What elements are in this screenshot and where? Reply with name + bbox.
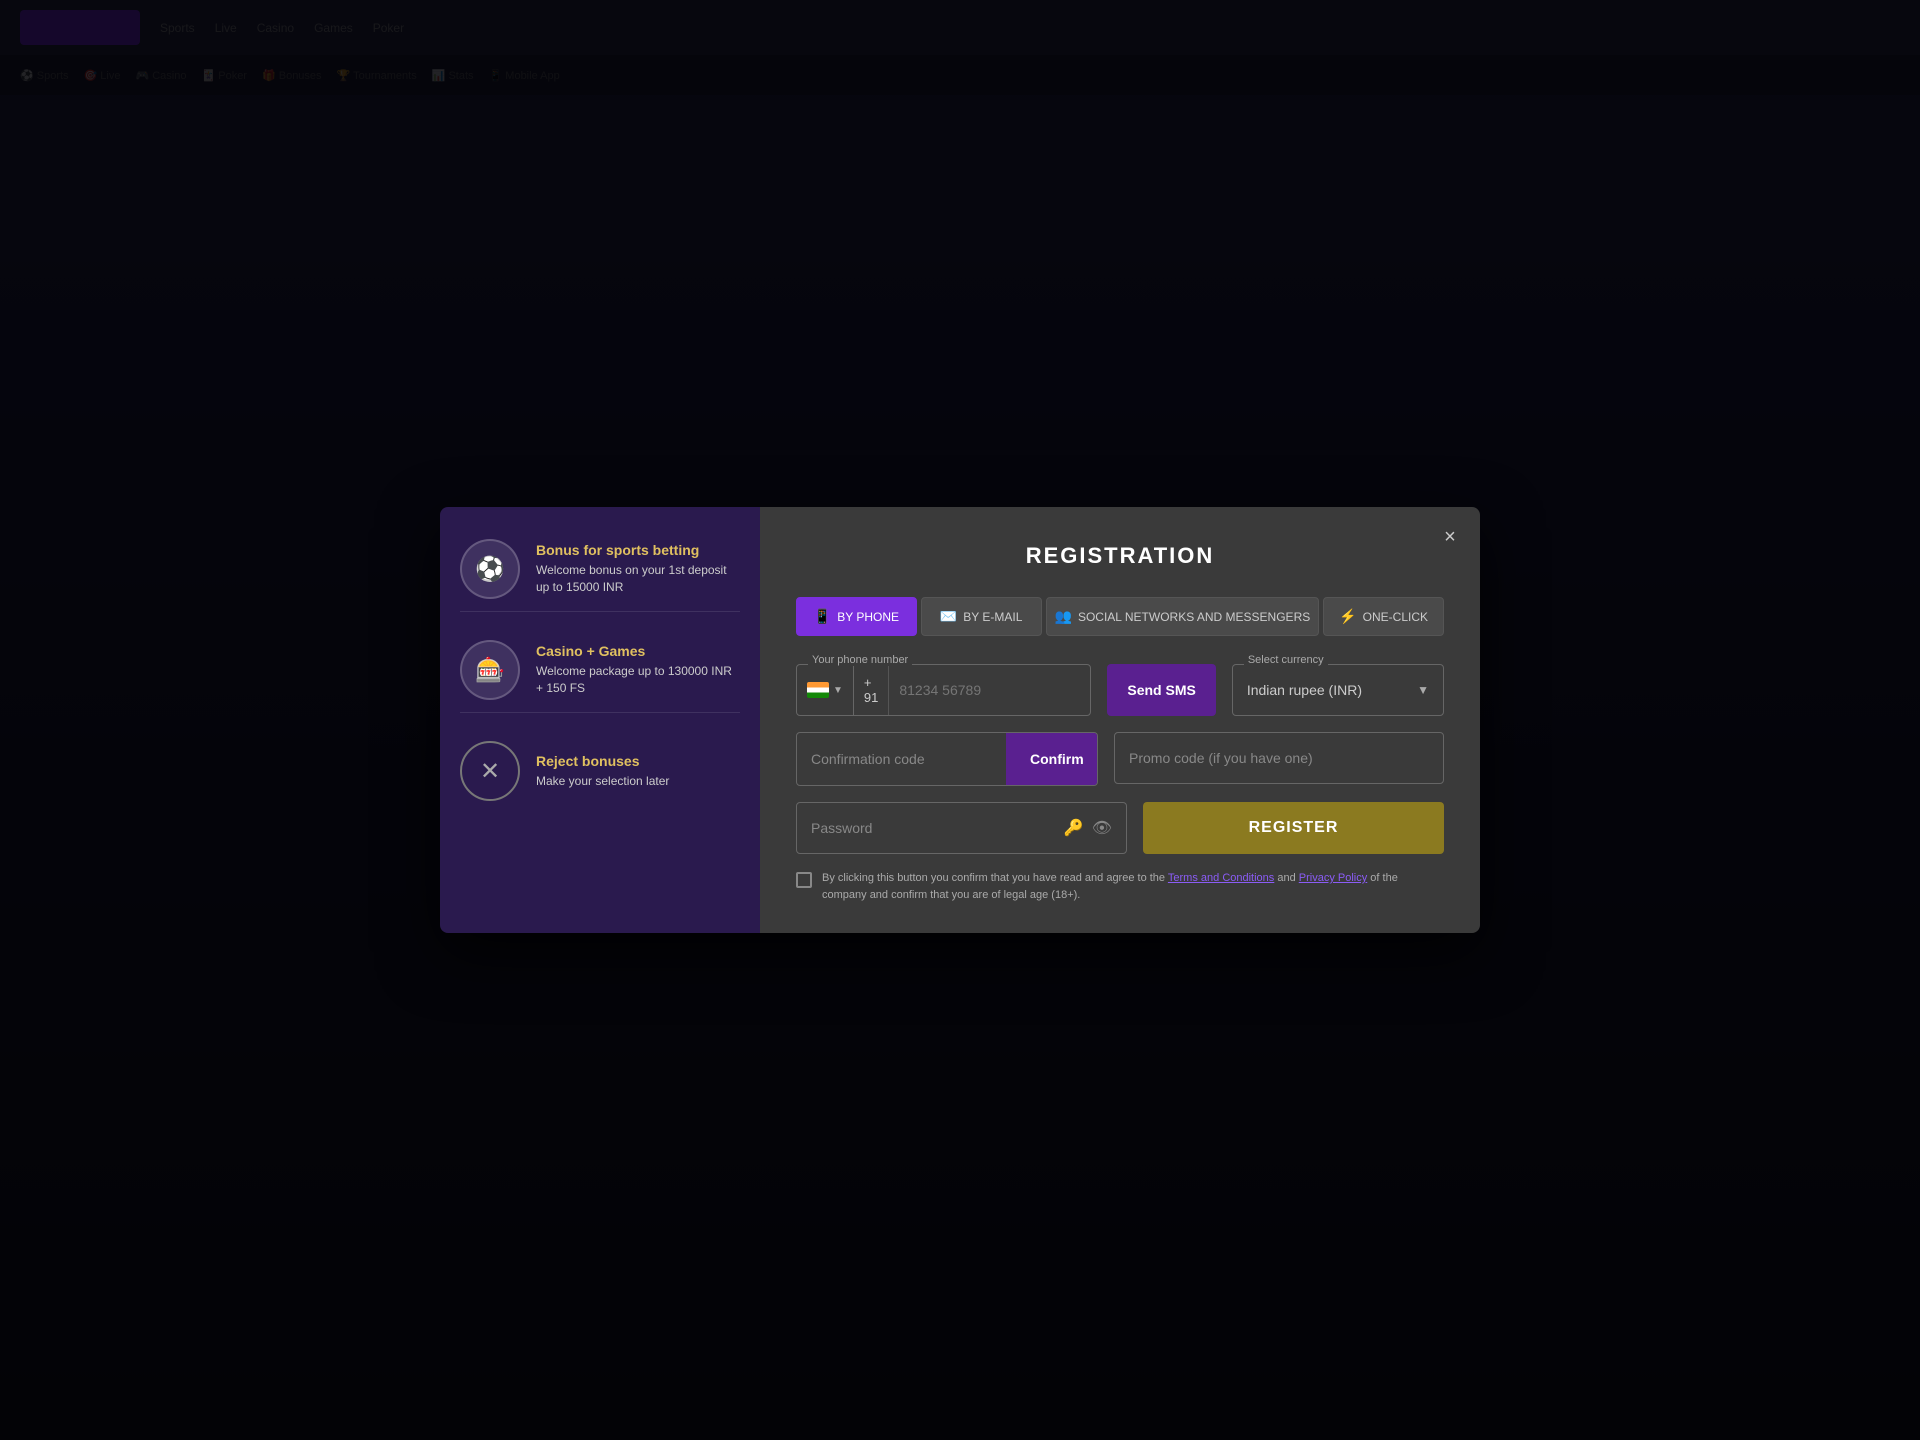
phone-label: Your phone number (808, 654, 912, 666)
reject-bonus-desc: Make your selection later (536, 773, 669, 790)
oneclick-tab-icon: ⚡ (1339, 608, 1356, 625)
currency-group: Select currency Indian rupee (INR) USD E… (1232, 664, 1444, 716)
country-code: + 91 (854, 665, 889, 715)
terms-conditions-link[interactable]: Terms and Conditions (1168, 872, 1274, 884)
privacy-policy-link[interactable]: Privacy Policy (1299, 872, 1367, 884)
terms-text: By clicking this button you confirm that… (822, 870, 1444, 903)
currency-select[interactable]: Indian rupee (INR) USD EUR (1233, 665, 1443, 715)
phone-input[interactable] (889, 665, 1090, 715)
sports-bonus-text: Bonus for sports betting Welcome bonus o… (536, 542, 740, 596)
password-group: 🔑 👁 (796, 802, 1127, 854)
send-sms-button[interactable]: Send SMS (1107, 664, 1215, 716)
reject-icon: ✕ (460, 741, 520, 801)
casino-bonus-desc: Welcome package up to 130000 INR + 150 F… (536, 663, 740, 697)
phone-currency-row: Your phone number ▼ + 91 Send SMS Select… (796, 664, 1444, 716)
reject-bonus-text: Reject bonuses Make your selection later (536, 753, 669, 790)
register-button[interactable]: REGISTER (1143, 802, 1444, 854)
country-selector[interactable]: ▼ (797, 665, 854, 715)
tab-by-phone[interactable]: 📱 BY PHONE (796, 597, 917, 636)
eye-icon[interactable]: 👁 (1092, 818, 1112, 838)
email-tab-label: BY E-MAIL (963, 610, 1022, 624)
reject-bonus-item[interactable]: ✕ Reject bonuses Make your selection lat… (460, 729, 740, 813)
terms-row: By clicking this button you confirm that… (796, 870, 1444, 903)
registration-tabs: 📱 BY PHONE ✉️ BY E-MAIL 👥 SOCIAL NETWORK… (796, 597, 1444, 636)
casino-bonus-icon: 🎰 (460, 640, 520, 700)
sports-bonus-item[interactable]: ⚽ Bonus for sports betting Welcome bonus… (460, 527, 740, 612)
tab-social[interactable]: 👥 SOCIAL NETWORKS AND MESSENGERS (1046, 597, 1320, 636)
registration-modal: ⚽ Bonus for sports betting Welcome bonus… (440, 507, 1480, 933)
password-icons: 🔑 👁 (1064, 818, 1112, 838)
casino-bonus-text: Casino + Games Welcome package up to 130… (536, 643, 740, 697)
promo-code-group[interactable] (1114, 732, 1444, 784)
key-icon: 🔑 (1064, 818, 1084, 838)
phone-tab-label: BY PHONE (837, 610, 899, 624)
tab-oneclick[interactable]: ⚡ ONE-CLICK (1323, 597, 1444, 636)
registration-form-panel: × REGISTRATION 📱 BY PHONE ✉️ BY E-MAIL 👥… (760, 507, 1480, 933)
password-input[interactable] (811, 820, 1064, 836)
close-button[interactable]: × (1436, 523, 1464, 551)
modal-title: REGISTRATION (796, 543, 1444, 569)
confirmation-code-group: Confirm (796, 732, 1098, 786)
email-tab-icon: ✉️ (940, 608, 957, 625)
casino-bonus-title: Casino + Games (536, 643, 740, 659)
bonus-panel: ⚽ Bonus for sports betting Welcome bonus… (440, 507, 760, 933)
currency-label: Select currency (1244, 654, 1328, 666)
confirmation-promo-row: Confirm (796, 732, 1444, 786)
sports-bonus-desc: Welcome bonus on your 1st deposit up to … (536, 562, 740, 596)
phone-number-group: Your phone number ▼ + 91 (796, 664, 1091, 716)
phone-tab-icon: 📱 (814, 608, 831, 625)
password-register-row: 🔑 👁 REGISTER (796, 802, 1444, 854)
reject-bonus-title: Reject bonuses (536, 753, 669, 769)
casino-bonus-item[interactable]: 🎰 Casino + Games Welcome package up to 1… (460, 628, 740, 713)
social-tab-icon: 👥 (1055, 608, 1072, 625)
confirmation-code-input[interactable] (797, 733, 1006, 785)
social-tab-label: SOCIAL NETWORKS AND MESSENGERS (1078, 610, 1310, 624)
chevron-down-icon: ▼ (833, 685, 843, 696)
sports-bonus-icon: ⚽ (460, 539, 520, 599)
country-flag (807, 682, 829, 698)
phone-input-wrapper: ▼ + 91 (796, 664, 1091, 716)
currency-select-wrapper: Indian rupee (INR) USD EUR ▼ (1232, 664, 1444, 716)
sports-bonus-title: Bonus for sports betting (536, 542, 740, 558)
promo-code-input[interactable] (1129, 750, 1429, 766)
confirm-button[interactable]: Confirm (1006, 733, 1098, 785)
tab-by-email[interactable]: ✉️ BY E-MAIL (921, 597, 1042, 636)
oneclick-tab-label: ONE-CLICK (1363, 610, 1428, 624)
terms-checkbox[interactable] (796, 872, 812, 888)
